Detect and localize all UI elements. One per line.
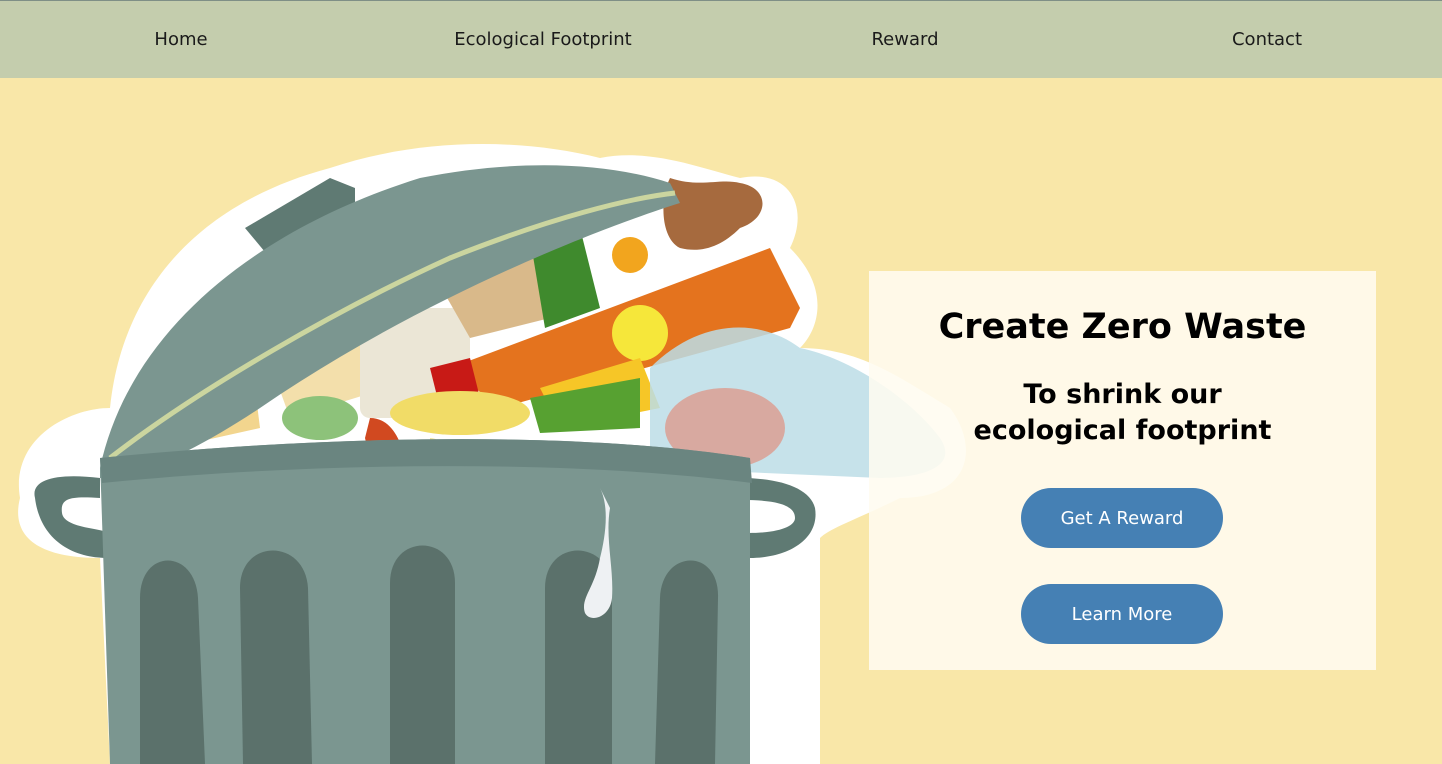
hero-subtitle: To shrink our ecological footprint <box>973 379 1272 446</box>
get-a-reward-button[interactable]: Get A Reward <box>1021 488 1223 548</box>
hero-call-to-action-card: Create Zero Waste To shrink our ecologic… <box>869 271 1376 670</box>
nav-ecological-footprint-link[interactable]: Ecological Footprint <box>454 29 631 50</box>
trash-can-body <box>100 439 752 764</box>
top-navigation-bar: Home Ecological Footprint Reward Contact <box>0 0 1442 78</box>
learn-more-button[interactable]: Learn More <box>1021 584 1223 644</box>
hero-title: Create Zero Waste <box>938 307 1307 347</box>
nav-contact-link[interactable]: Contact <box>1232 29 1302 50</box>
nav-home-link[interactable]: Home <box>154 29 207 50</box>
nav-reward-link[interactable]: Reward <box>871 29 938 50</box>
trash-can-illustration <box>18 144 966 764</box>
